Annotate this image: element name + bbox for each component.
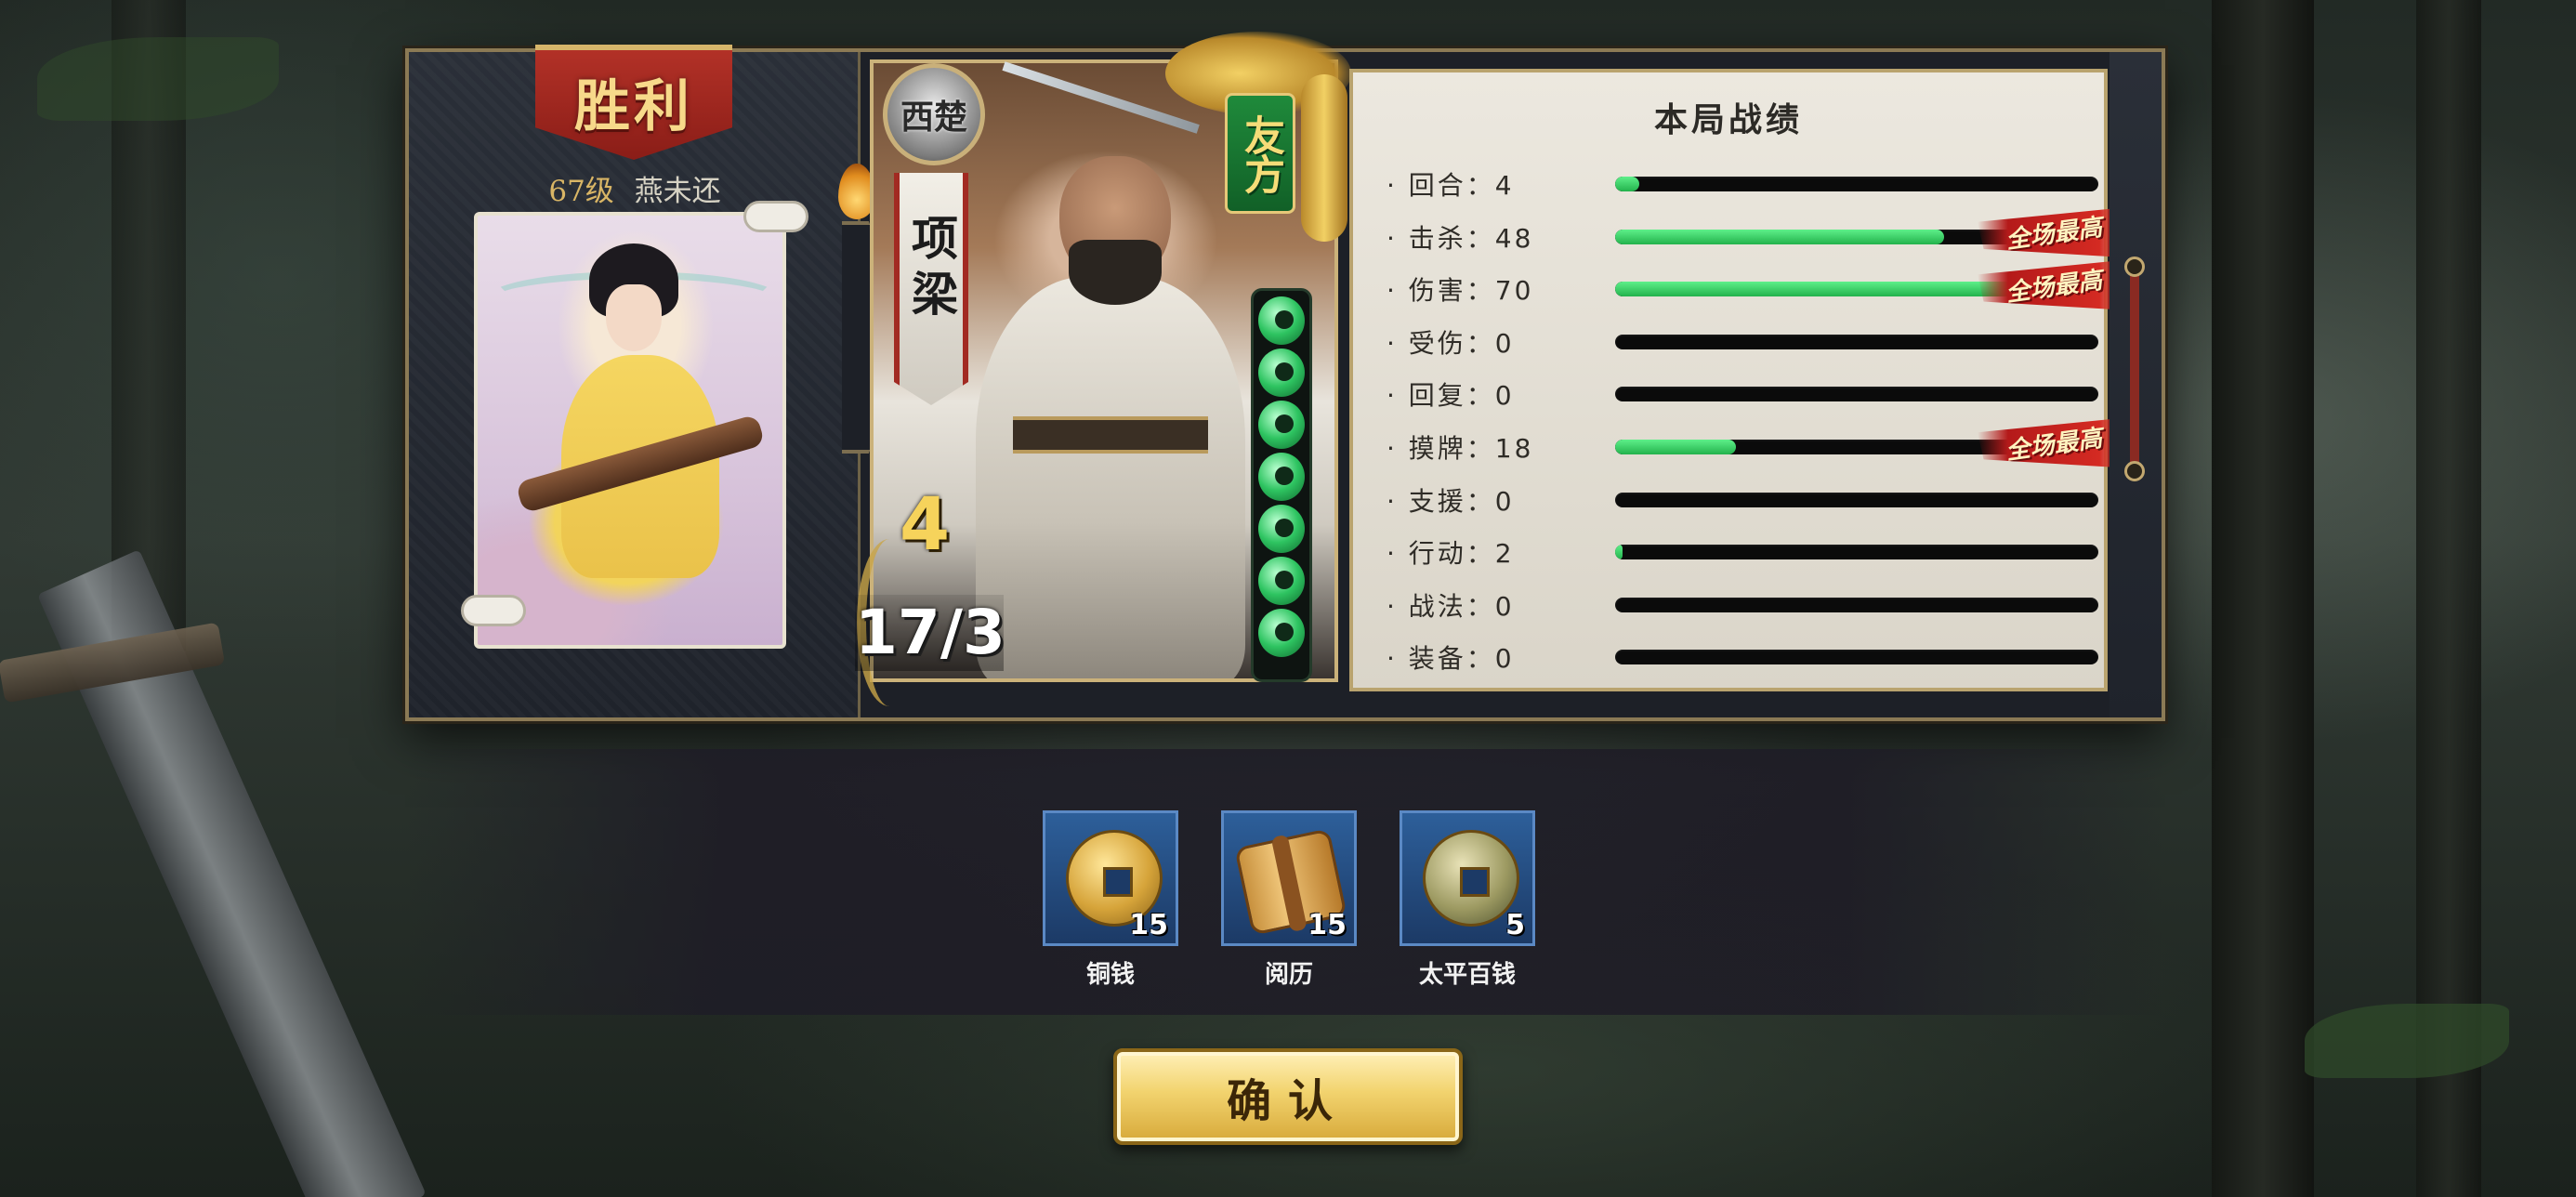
stat-bar-fill [1615,177,1639,191]
foliage [37,37,279,121]
stat-bar-fill [1615,229,1944,244]
stat-bar [1615,334,2098,349]
stat-bar [1615,177,2098,191]
stats-panel: 本局战绩 · 回合：4 · 击杀：48 全场最高 · 伤害：70 全场最高 · 受伤：0 ·… [1349,69,2130,691]
hero-beard [1069,240,1162,305]
stat-row: · 回合：4 [1387,165,2121,203]
cloud-ornament [743,201,808,232]
scrollbar[interactable] [2130,264,2139,478]
cloud-ornament [461,595,526,626]
side-badge: 友方 [1225,93,1295,214]
hp-pip-icon [1258,401,1305,449]
hero-hp-value: 4 [899,483,951,567]
best-in-match-tag: 全场最高 [1978,417,2130,467]
hp-pip-icon [1258,296,1305,345]
foliage [2305,1004,2509,1078]
faction-name: 西楚 [900,98,967,137]
stats-title: 本局战绩 [1653,101,1803,139]
stat-row: · 装备：0 [1387,638,2121,676]
reward-quantity: 5 [1505,909,1525,941]
faction-badge: 西楚 [883,63,985,165]
hero-body [976,277,1245,678]
stat-row: · 支援：0 [1387,481,2121,519]
stat-label: · 回合：4 [1387,170,1515,201]
stat-row: · 行动：2 [1387,533,2121,571]
stat-row: · 击杀：48 全场最高 [1387,206,2130,257]
hero-name-plaque: 项梁 [894,173,968,405]
portrait-face [606,284,662,351]
scrollbar-knob-bottom[interactable] [2124,461,2145,481]
reward-quantity: 15 [1129,909,1168,941]
best-in-match-tag: 全场最高 [1978,259,2130,310]
reward-item[interactable]: 15 阅历 [1221,810,1357,990]
reward-label: 太平百钱 [1418,961,1516,989]
stat-bar-fill [1615,545,1623,560]
hp-pip-icon [1258,557,1305,605]
confirm-button[interactable]: 确认 [1113,1048,1463,1145]
confirm-label: 确认 [1226,1075,1349,1127]
stat-row: · 摸牌：18 全场最高 [1387,417,2130,467]
best-in-match-tag: 全场最高 [1978,206,2130,257]
reward-icon-box[interactable]: 15 [1043,810,1178,946]
reward-label: 铜钱 [1085,961,1135,989]
best-in-match-text: 全场最高 [2004,266,2104,308]
reward-item[interactable]: 5 太平百钱 [1400,810,1535,990]
kill-death-ratio: 17/3 [855,595,1005,671]
stat-row: · 伤害：70 全场最高 [1387,259,2130,310]
stat-bar [1615,597,2098,612]
stat-bar [1615,387,2098,402]
stat-label: · 行动：2 [1387,538,1515,570]
hp-pip-icon [1258,349,1305,397]
stat-row: · 受伤：0 [1387,323,2121,361]
reward-label: 阅历 [1264,961,1313,989]
best-in-match-text: 全场最高 [2004,213,2104,256]
reward-quantity: 15 [1308,909,1347,941]
reward-item[interactable]: 15 铜钱 [1043,810,1178,990]
stat-label: · 受伤：0 [1387,327,1515,359]
reward-icon-box[interactable]: 15 [1221,810,1357,946]
stat-bar-fill [1615,440,1736,454]
stat-label: · 摸牌：18 [1387,433,1534,464]
stat-bar [1615,492,2098,507]
stat-label: · 装备：0 [1387,643,1515,675]
player-name: 燕未还 [634,175,721,208]
stat-label: · 击杀：48 [1387,222,1534,254]
stat-label: · 回复：0 [1387,380,1515,412]
tree-trunk [2212,0,2314,1197]
stat-bar [1615,545,2098,560]
hp-pip-track [1251,288,1312,682]
player-avatar[interactable] [474,212,786,649]
stat-label: · 战法：0 [1387,590,1515,622]
battle-result-screen: 胜利 67级 燕未还 西楚 项梁 4 17/3 友方 本局战绩 · 回合：4 · … [0,0,2576,1197]
victory-text: 胜利 [574,74,693,139]
hero-name: 项梁 [904,214,959,325]
hero-belt [1013,416,1208,454]
stat-bar [1615,650,2098,665]
stat-row: · 战法：0 [1387,586,2121,624]
stat-row: · 回复：0 [1387,375,2121,413]
side-text: 友方 [1237,114,1284,192]
hp-pip-icon [1258,505,1305,553]
best-in-match-text: 全场最高 [2004,424,2104,466]
hp-pip-icon [1258,453,1305,501]
stat-label: · 支援：0 [1387,485,1515,517]
reward-icon-box[interactable]: 5 [1400,810,1535,946]
stat-label: · 伤害：70 [1387,275,1534,307]
player-level: 67级 [548,175,614,208]
dragon-tail-ornament [1301,74,1347,242]
hp-pip-icon [1258,609,1305,657]
scrollbar-knob-top[interactable] [2124,256,2145,277]
